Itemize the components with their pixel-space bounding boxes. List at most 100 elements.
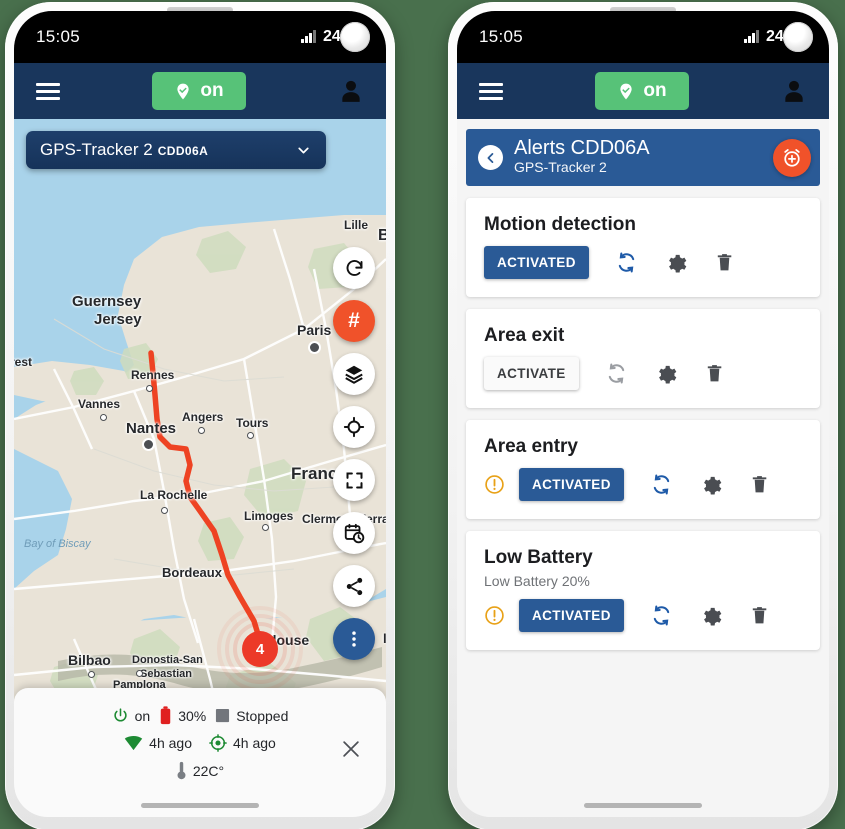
status-motion-value: Stopped: [236, 707, 289, 724]
phone-right: 15:05 24% on Alerts CDD06A GPS-Tracker 2…: [448, 2, 838, 829]
chevron-down-icon: [298, 147, 309, 153]
tracking-toggle-button[interactable]: on: [152, 72, 246, 110]
tracking-toggle-button[interactable]: on: [595, 72, 689, 110]
alert-card[interactable]: Low Battery Low Battery 20% ACTIVATED: [466, 531, 820, 650]
map-city-dot: [161, 507, 168, 514]
status-bar-right: 15:05 24%: [457, 11, 829, 63]
status-power-value: on: [134, 707, 151, 724]
close-icon[interactable]: [340, 738, 362, 760]
battery-icon: [160, 706, 171, 725]
alerts-title: Alerts CDD06A: [514, 137, 650, 160]
sync-icon[interactable]: [650, 473, 673, 496]
tracking-toggle-label: on: [643, 80, 667, 101]
status-motion: Stopped: [215, 708, 288, 724]
map-city-dot: [100, 414, 107, 421]
tracking-toggle-label: on: [200, 80, 224, 101]
map-locate-button[interactable]: [333, 406, 375, 448]
map-controls: #: [333, 247, 375, 660]
user-avatar-icon[interactable]: [781, 77, 807, 105]
add-alert-button[interactable]: [773, 138, 811, 177]
phone-left: 15:05 24% on Guernsey Jersey est Lille B…: [5, 2, 395, 829]
trash-icon[interactable]: [748, 473, 771, 496]
tracker-selector-text: GPS-Tracker 2 CDD06A: [40, 140, 208, 160]
user-avatar-icon[interactable]: [338, 77, 364, 105]
status-power: on: [112, 707, 151, 724]
screen-left: 15:05 24% on Guernsey Jersey est Lille B…: [14, 11, 386, 817]
front-camera: [340, 22, 370, 52]
thermometer-icon: [177, 761, 186, 780]
map-share-button[interactable]: [333, 565, 375, 607]
trash-icon[interactable]: [703, 362, 726, 385]
tracker-selector[interactable]: GPS-Tracker 2 CDD06A: [26, 131, 326, 169]
map-city-dot: [310, 343, 319, 352]
alert-title: Low Battery: [484, 547, 593, 568]
front-camera: [783, 22, 813, 52]
trash-icon[interactable]: [713, 251, 736, 274]
alert-state-button[interactable]: ACTIVATED: [519, 599, 624, 632]
status-battery: 30%: [159, 706, 206, 725]
alert-actions: ACTIVATE: [484, 357, 802, 390]
map-history-button[interactable]: [333, 512, 375, 554]
sync-icon[interactable]: [615, 251, 638, 274]
map-city-dot: [262, 524, 269, 531]
alert-card[interactable]: Area exit ACTIVATE: [466, 309, 820, 408]
gear-icon[interactable]: [654, 362, 677, 385]
map-more-button[interactable]: [333, 618, 375, 660]
tracker-name: GPS-Tracker 2: [40, 140, 153, 159]
app-bar-right: on: [457, 63, 829, 119]
trash-icon[interactable]: [748, 604, 771, 627]
back-chevron-icon[interactable]: [478, 145, 503, 170]
alerts-header-text: Alerts CDD06A GPS-Tracker 2: [514, 138, 650, 177]
alerts-header: Alerts CDD06A GPS-Tracker 2: [466, 129, 820, 186]
map-pin-check-icon: [620, 83, 633, 99]
status-battery-value: 30%: [178, 707, 207, 724]
alert-circle-icon: [485, 475, 504, 494]
hamburger-menu-icon[interactable]: [36, 82, 60, 100]
alert-state-button[interactable]: ACTIVATED: [484, 246, 589, 279]
alert-state-button[interactable]: ACTIVATE: [484, 357, 579, 390]
alert-card[interactable]: Motion detection ACTIVATED: [466, 198, 820, 297]
map-city-dot: [88, 671, 95, 678]
status-gps-value: 4h ago: [233, 735, 276, 751]
map-city-dot: [247, 432, 254, 439]
map-view[interactable]: Guernsey Jersey rest Lille Be Paris Renn…: [14, 119, 386, 744]
status-time: 15:05: [479, 27, 524, 46]
tracker-id: CDD06A: [157, 144, 209, 158]
alerts-screen: Alerts CDD06A GPS-Tracker 2 Motion detec…: [457, 119, 829, 817]
status-time: 15:05: [36, 27, 81, 46]
home-indicator: [141, 803, 259, 808]
map-refresh-button[interactable]: [333, 247, 375, 289]
sync-icon[interactable]: [605, 362, 628, 385]
status-bar-left: 15:05 24%: [14, 11, 386, 63]
map-cluster-marker[interactable]: 4: [214, 603, 306, 695]
home-indicator: [584, 803, 702, 808]
gear-icon[interactable]: [699, 604, 722, 627]
status-signal-value: 4h ago: [149, 735, 192, 751]
tracker-status-card: on 30% Stopped 4h ago 4h ago 22C°: [14, 688, 386, 817]
map-cluster-count[interactable]: 4: [242, 631, 278, 667]
wifi-icon: [124, 735, 143, 751]
status-gps: 4h ago: [209, 734, 276, 752]
signal-bars-icon: [301, 30, 316, 43]
map-geofence-button[interactable]: #: [333, 300, 375, 342]
map-city-dot: [144, 440, 153, 449]
alert-state-button[interactable]: ACTIVATED: [519, 468, 624, 501]
map-layers-button[interactable]: [333, 353, 375, 395]
hamburger-menu-icon[interactable]: [479, 82, 503, 100]
map-geofence-label: #: [348, 309, 360, 332]
map-city-dot: [146, 385, 153, 392]
status-signal: 4h ago: [124, 735, 192, 751]
screenshot-stage: 15:05 24% on Guernsey Jersey est Lille B…: [0, 0, 845, 829]
alert-actions: ACTIVATED: [484, 468, 802, 501]
gear-icon[interactable]: [664, 251, 687, 274]
gear-icon[interactable]: [699, 473, 722, 496]
map-fullscreen-button[interactable]: [333, 459, 375, 501]
alert-title: Area entry: [484, 436, 578, 457]
power-icon: [113, 708, 127, 722]
signal-bars-icon: [744, 30, 759, 43]
sync-icon[interactable]: [650, 604, 673, 627]
status-row-2: 4h ago 4h ago: [14, 734, 386, 752]
screen-right: 15:05 24% on Alerts CDD06A GPS-Tracker 2…: [457, 11, 829, 817]
alert-card[interactable]: Area entry ACTIVATED: [466, 420, 820, 519]
app-bar-left: on: [14, 63, 386, 119]
